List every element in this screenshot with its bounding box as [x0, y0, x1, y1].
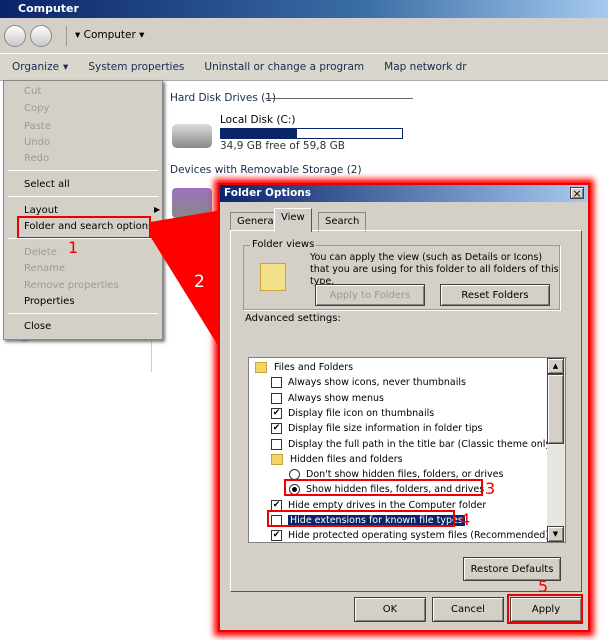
- list-item[interactable]: Always show icons, never thumbnails: [271, 375, 466, 390]
- reset-folders-button[interactable]: Reset Folders: [440, 284, 550, 306]
- dialog-title: Folder Options: [224, 187, 312, 199]
- list-item-label: Hide protected operating system files (R…: [288, 530, 550, 542]
- step-2-label: 2: [194, 272, 205, 292]
- list-item-label: Always show menus: [288, 392, 384, 404]
- ok-button[interactable]: OK: [354, 597, 426, 622]
- checkbox[interactable]: [271, 438, 282, 450]
- scrollbar[interactable]: ▲ ▼: [547, 358, 565, 542]
- checkbox[interactable]: ✔: [271, 423, 282, 435]
- list-item-label: Display file icon on thumbnails: [288, 407, 435, 419]
- cancel-button[interactable]: Cancel: [432, 597, 504, 622]
- list-item[interactable]: ✔ Display file size information in folder…: [271, 421, 482, 436]
- folder-views-text: You can apply the view (such as Details …: [310, 252, 559, 287]
- list-item-label: Files and Folders: [274, 362, 354, 373]
- list-item-label: Display file size information in folder …: [288, 423, 483, 435]
- step-4-label: 4: [460, 510, 471, 529]
- folder-views-label: Folder views: [250, 239, 317, 250]
- step-3-label: 3: [485, 479, 496, 498]
- list-item[interactable]: Display the full path in the title bar (…: [271, 437, 555, 452]
- list-item-label: Always show icons, never thumbnails: [288, 377, 466, 389]
- step-5-label: 5: [538, 577, 549, 596]
- list-item[interactable]: Always show menus: [271, 391, 384, 406]
- dialog-title-bar: Folder Options: [220, 185, 588, 202]
- checkbox[interactable]: ✔: [271, 407, 282, 419]
- tab-search[interactable]: Search: [318, 212, 367, 232]
- highlight-box-5: [507, 594, 583, 624]
- folder-options-dialog: Folder Options × General View Search Fol…: [218, 183, 590, 632]
- folder-icon: [255, 362, 267, 373]
- close-button[interactable]: ×: [570, 187, 584, 200]
- folder-view-icon: [260, 263, 286, 291]
- list-item[interactable]: Hidden files and folders: [271, 452, 403, 467]
- list-item[interactable]: ✔ Hide protected operating system files (…: [271, 528, 550, 542]
- list-item[interactable]: ✔ Display file icon on thumbnails: [271, 406, 434, 421]
- advanced-settings-label: Advanced settings:: [245, 313, 341, 324]
- tab-view[interactable]: View: [274, 208, 312, 232]
- highlight-box-3: [284, 479, 483, 496]
- list-item-label: Display the full path in the title bar (…: [288, 438, 555, 450]
- scroll-down-button[interactable]: ▼: [547, 526, 564, 542]
- list-item-label: Hidden files and folders: [290, 453, 403, 465]
- scroll-thumb[interactable]: [547, 374, 564, 444]
- checkbox[interactable]: [271, 377, 282, 389]
- checkbox[interactable]: ✔: [271, 530, 282, 542]
- highlight-box-4: [267, 510, 455, 527]
- list-item[interactable]: Files and Folders: [255, 360, 353, 375]
- folder-icon: [271, 453, 283, 465]
- apply-to-folders-button[interactable]: Apply to Folders: [315, 284, 425, 306]
- scroll-up-button[interactable]: ▲: [547, 358, 564, 374]
- checkbox[interactable]: [271, 392, 282, 404]
